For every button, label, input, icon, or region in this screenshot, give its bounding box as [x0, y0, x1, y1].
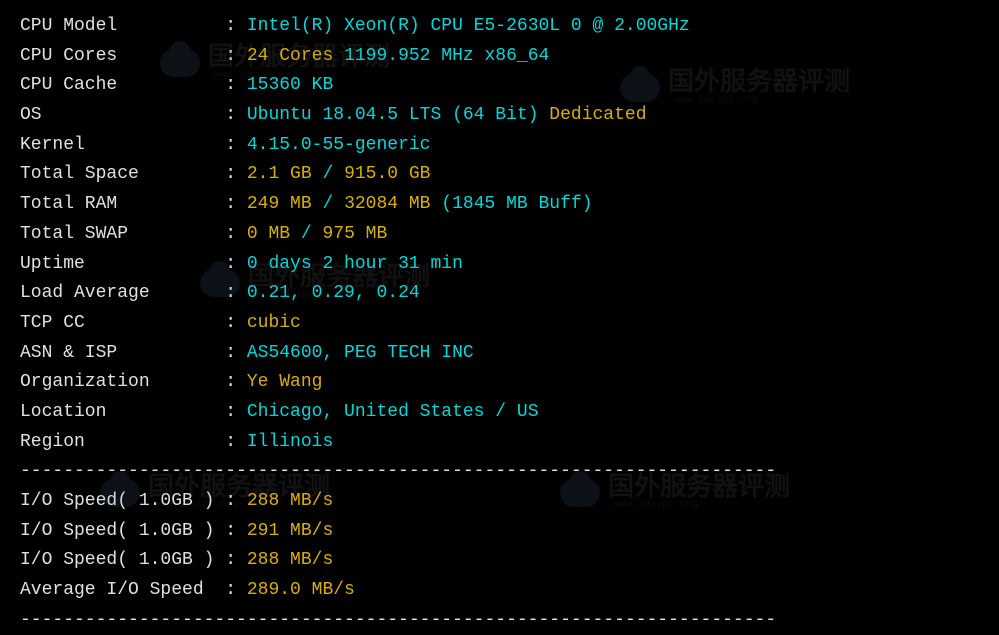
load-avg-line: Load Average : 0.21, 0.29, 0.24 — [20, 279, 979, 309]
cpu-model-label: CPU Model — [20, 12, 225, 42]
ram-used: 249 MB — [247, 194, 312, 214]
load-avg-label: Load Average — [20, 279, 225, 309]
ram-total: 32084 MB — [344, 194, 430, 214]
total-space-line: Total Space : 2.1 GB / 915.0 GB — [20, 160, 979, 190]
swap-sep: / — [290, 224, 322, 244]
io-speed-2-value: 291 MB/s — [247, 521, 333, 541]
io-speed-1-line: I/O Speed( 1.0GB ) : 288 MB/s — [20, 487, 979, 517]
cpu-cores-line: CPU Cores : 24 Cores 1199.952 MHz x86_64 — [20, 42, 979, 72]
space-total: 915.0 GB — [344, 164, 430, 184]
io-speed-1-label: I/O Speed( 1.0GB ) — [20, 487, 225, 517]
io-speed-2-label: I/O Speed( 1.0GB ) — [20, 517, 225, 547]
region-value: Illinois — [247, 432, 333, 452]
total-ram-label: Total RAM — [20, 190, 225, 220]
io-speed-3-label: I/O Speed( 1.0GB ) — [20, 546, 225, 576]
avg-io-label: Average I/O Speed — [20, 576, 225, 606]
organization-label: Organization — [20, 368, 225, 398]
asn-isp-value: AS54600, PEG TECH INC — [247, 343, 474, 363]
ram-buff: (1845 MB Buff) — [430, 194, 592, 214]
tcp-cc-value: cubic — [247, 313, 301, 333]
cpu-cache-value: 15360 KB — [247, 75, 333, 95]
space-sep: / — [312, 164, 344, 184]
io-speed-3-line: I/O Speed( 1.0GB ) : 288 MB/s — [20, 546, 979, 576]
space-used: 2.1 GB — [247, 164, 312, 184]
tcp-cc-label: TCP CC — [20, 309, 225, 339]
organization-line: Organization : Ye Wang — [20, 368, 979, 398]
location-label: Location — [20, 398, 225, 428]
cpu-model-value: Intel(R) Xeon(R) CPU E5-2630L 0 @ 2.00GH… — [247, 16, 690, 36]
kernel-value: 4.15.0-55-generic — [247, 135, 431, 155]
tcp-cc-line: TCP CC : cubic — [20, 309, 979, 339]
location-line: Location : Chicago, United States / US — [20, 398, 979, 428]
region-label: Region — [20, 428, 225, 458]
uptime-label: Uptime — [20, 250, 225, 280]
os-label: OS — [20, 101, 225, 131]
swap-used: 0 MB — [247, 224, 290, 244]
load-avg-value: 0.21, 0.29, 0.24 — [247, 283, 420, 303]
os-value: Ubuntu 18.04.5 LTS (64 Bit) — [247, 105, 539, 125]
os-line: OS : Ubuntu 18.04.5 LTS (64 Bit) Dedicat… — [20, 101, 979, 131]
os-dedicated: Dedicated — [539, 105, 647, 125]
organization-value: Ye Wang — [247, 372, 323, 392]
kernel-line: Kernel : 4.15.0-55-generic — [20, 131, 979, 161]
asn-isp-label: ASN & ISP — [20, 339, 225, 369]
total-ram-line: Total RAM : 249 MB / 32084 MB (1845 MB B… — [20, 190, 979, 220]
ram-sep: / — [312, 194, 344, 214]
cpu-cache-label: CPU Cache — [20, 71, 225, 101]
uptime-value: 0 days 2 hour 31 min — [247, 254, 463, 274]
kernel-label: Kernel — [20, 131, 225, 161]
cpu-model-line: CPU Model : Intel(R) Xeon(R) CPU E5-2630… — [20, 12, 979, 42]
total-swap-label: Total SWAP — [20, 220, 225, 250]
asn-isp-line: ASN & ISP : AS54600, PEG TECH INC — [20, 339, 979, 369]
io-speed-1-value: 288 MB/s — [247, 491, 333, 511]
total-space-label: Total Space — [20, 160, 225, 190]
cpu-cores-count: 24 Cores — [247, 46, 333, 66]
cpu-cache-line: CPU Cache : 15360 KB — [20, 71, 979, 101]
io-speed-3-value: 288 MB/s — [247, 550, 333, 570]
avg-io-value: 289.0 MB/s — [247, 580, 355, 600]
divider-1: ----------------------------------------… — [20, 457, 979, 487]
location-value: Chicago, United States / US — [247, 402, 539, 422]
cpu-cores-label: CPU Cores — [20, 42, 225, 72]
region-line: Region : Illinois — [20, 428, 979, 458]
swap-total: 975 MB — [322, 224, 387, 244]
divider-2: ----------------------------------------… — [20, 606, 979, 635]
avg-io-line: Average I/O Speed : 289.0 MB/s — [20, 576, 979, 606]
cpu-cores-freq: 1199.952 MHz x86_64 — [333, 46, 549, 66]
io-speed-2-line: I/O Speed( 1.0GB ) : 291 MB/s — [20, 517, 979, 547]
uptime-line: Uptime : 0 days 2 hour 31 min — [20, 250, 979, 280]
total-swap-line: Total SWAP : 0 MB / 975 MB — [20, 220, 979, 250]
